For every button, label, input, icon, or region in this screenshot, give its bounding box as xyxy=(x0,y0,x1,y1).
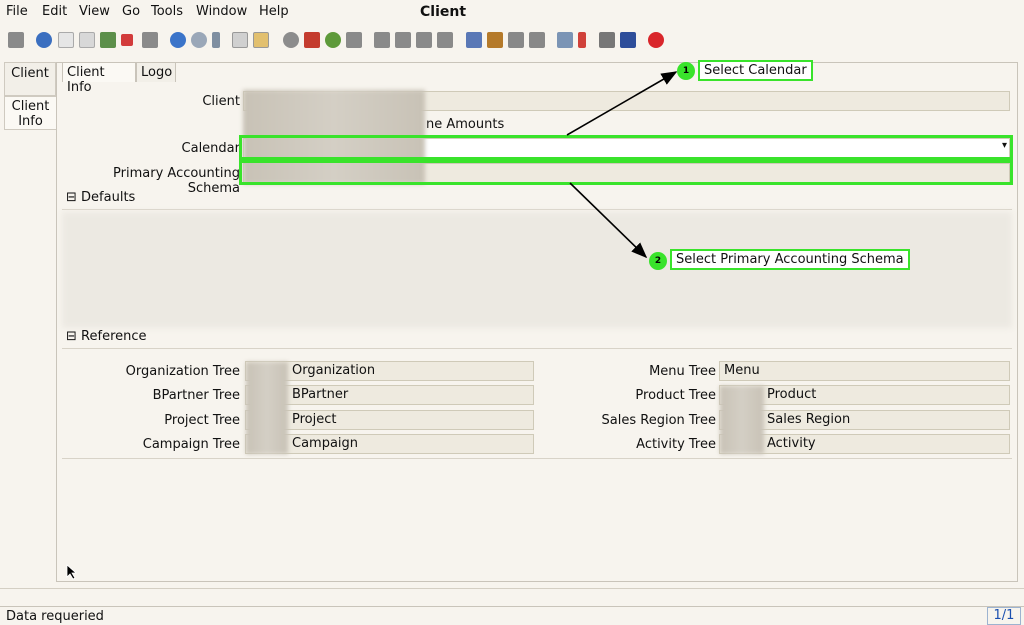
arrow-to-calendar xyxy=(566,71,678,136)
callout-two-label: Select Primary Accounting Schema xyxy=(670,249,910,270)
status-text: Data requeried xyxy=(6,609,104,624)
annotation-arrows xyxy=(566,71,678,259)
mouse-cursor-icon xyxy=(66,564,78,580)
record-counter[interactable]: 1/1 xyxy=(987,607,1021,625)
status-bar: Data requeried 1/1 xyxy=(0,606,1024,625)
callout-one-label: Select Calendar xyxy=(698,60,813,81)
callout-two-number: 2 xyxy=(649,252,667,270)
arrow-to-schema xyxy=(569,182,648,259)
horizontal-scroll-area[interactable] xyxy=(0,588,1024,604)
callout-one-number: 1 xyxy=(677,62,695,80)
